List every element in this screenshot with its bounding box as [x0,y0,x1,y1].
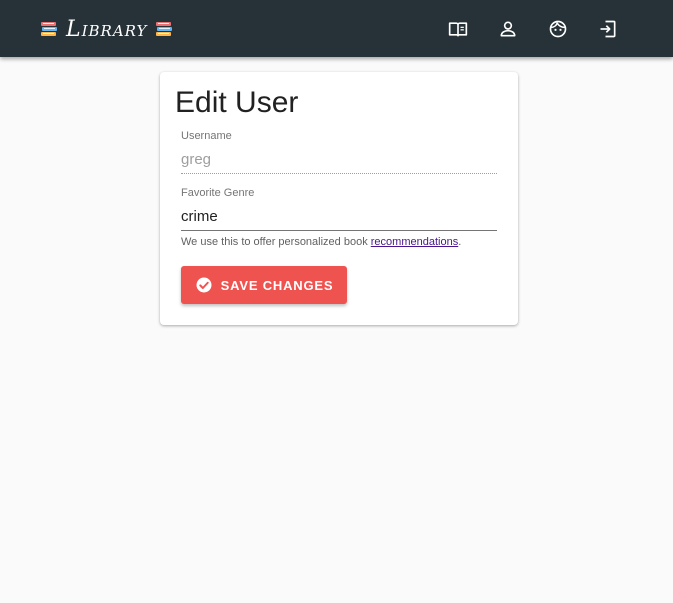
page-title: Edit User [175,86,299,119]
username-label: Username [181,130,232,142]
nav-profile-button[interactable] [491,12,525,46]
recommendations-link[interactable]: recommendations [371,236,458,248]
username-field: Username [181,130,497,174]
save-label: SAVE CHANGES [220,277,334,293]
brand-logo[interactable]: Library [40,14,173,44]
book-open-icon [448,22,468,37]
genre-label: Favorite Genre [181,187,255,199]
check-circle-icon [196,277,212,293]
books-icon [156,22,173,36]
books-icon [41,22,57,36]
user-icon [500,21,516,37]
brand-title: Library [66,16,148,42]
username-input [181,145,497,174]
face-icon [549,20,567,38]
hint-text: We use this to offer personalized book [181,236,371,248]
sign-in-icon [600,20,616,38]
genre-field[interactable]: Favorite Genre [181,187,497,231]
genre-hint: We use this to offer personalized book r… [181,236,461,248]
genre-input[interactable] [181,202,497,231]
hint-end: . [458,236,462,248]
nav-books-button[interactable] [441,12,475,46]
top-app-bar: Library [0,0,673,57]
nav-logout-button[interactable] [591,12,625,46]
edit-user-card: Edit User Username Favorite Genre We use… [160,72,518,325]
nav-account-button[interactable] [541,12,575,46]
save-changes-button[interactable]: SAVE CHANGES [181,266,347,304]
